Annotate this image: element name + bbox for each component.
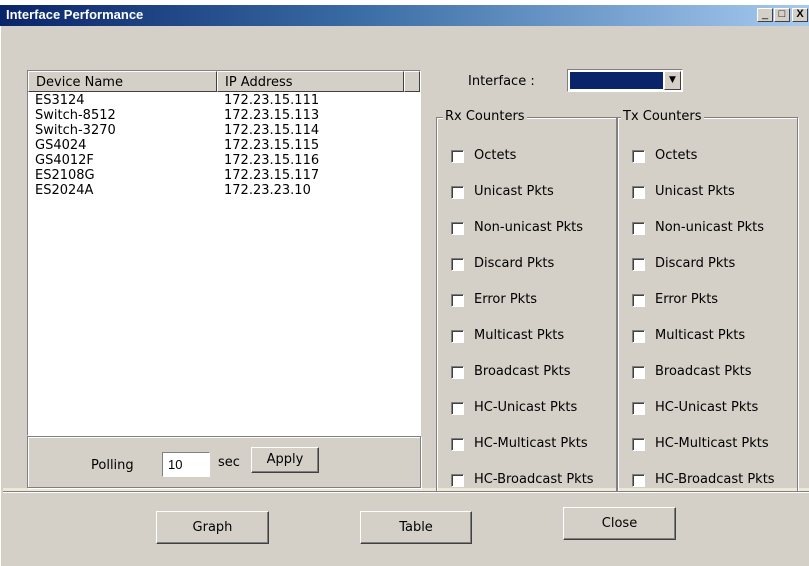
close-window-button[interactable]: X <box>792 8 808 22</box>
table-row[interactable]: Switch-3270 172.23.15.114 <box>28 123 420 138</box>
rx-checkbox-label: Octets <box>474 148 517 163</box>
rx-checkbox-label: HC-Multicast Pkts <box>474 436 588 451</box>
polling-interval-input[interactable] <box>162 452 210 477</box>
tx-checkbox-label: Error Pkts <box>655 292 719 307</box>
device-name-cell: ES2108G <box>35 168 95 183</box>
chevron-down-icon[interactable]: ▼ <box>664 71 681 90</box>
tx-checkbox-hc-unicast-pkts[interactable] <box>632 402 645 415</box>
table-row[interactable]: GS4012F 172.23.15.116 <box>28 153 420 168</box>
tx-checkbox-multicast-pkts[interactable] <box>632 330 645 343</box>
polling-panel: Polling sec Apply <box>27 436 421 488</box>
tx-checkbox-label: Broadcast Pkts <box>655 364 752 379</box>
tx-checkbox-broadcast-pkts[interactable] <box>632 366 645 379</box>
device-name-cell: ES2024A <box>35 183 94 198</box>
rx-checkbox-discard-pkts[interactable] <box>451 258 464 271</box>
table-body: ES3124 172.23.15.111 Switch-8512 172.23.15.… <box>28 93 420 433</box>
tx-checkbox-non-unicast-pkts[interactable] <box>632 222 645 235</box>
device-table[interactable]: Device Name IP Address ES3124 172.23.15.1… <box>27 70 421 436</box>
tx-checkbox-label: Discard Pkts <box>655 256 736 271</box>
device-name-cell: GS4012F <box>35 153 94 168</box>
rx-checkbox-hc-broadcast-pkts[interactable] <box>451 474 464 487</box>
rx-checkbox-non-unicast-pkts[interactable] <box>451 222 464 235</box>
button-bar: Graph Table Close <box>3 493 809 566</box>
window-left-border <box>0 26 3 566</box>
rx-checkbox-label: Discard Pkts <box>474 256 555 271</box>
main-panel: Device Name IP Address ES3124 172.23.15.1… <box>3 26 809 493</box>
title-bar[interactable]: Interface Performance _ □ X <box>0 5 809 26</box>
rx-checkbox-label: Non-unicast Pkts <box>474 220 584 235</box>
polling-label: Polling <box>91 458 134 473</box>
table-row[interactable]: ES2108G 172.23.15.117 <box>28 168 420 183</box>
table-button[interactable]: Table <box>360 511 472 544</box>
ip-address-cell: 172.23.15.113 <box>224 108 320 123</box>
table-row[interactable]: ES2024A 172.23.23.10 <box>28 183 420 198</box>
polling-unit-label: sec <box>218 455 240 470</box>
window-title: Interface Performance <box>6 7 144 22</box>
tx-checkbox-label: Non-unicast Pkts <box>655 220 765 235</box>
tx-checkbox-error-pkts[interactable] <box>632 294 645 307</box>
table-row[interactable]: GS4024 172.23.15.115 <box>28 138 420 153</box>
tx-checkbox-unicast-pkts[interactable] <box>632 186 645 199</box>
rx-checkbox-hc-multicast-pkts[interactable] <box>451 438 464 451</box>
tx-checkbox-octets[interactable] <box>632 150 645 163</box>
tx-checkbox-label: Octets <box>655 148 698 163</box>
rx-checkbox-label: Unicast Pkts <box>474 184 554 199</box>
tx-checkbox-hc-broadcast-pkts[interactable] <box>632 474 645 487</box>
tx-checkbox-label: Unicast Pkts <box>655 184 735 199</box>
device-name-cell: ES3124 <box>35 93 85 108</box>
tx-checkbox-hc-multicast-pkts[interactable] <box>632 438 645 451</box>
ip-address-cell: 172.23.15.117 <box>224 168 320 183</box>
device-name-cell: Switch-8512 <box>35 108 116 123</box>
apply-button[interactable]: Apply <box>251 447 319 473</box>
ip-address-cell: 172.23.15.114 <box>224 123 320 138</box>
rx-checkbox-octets[interactable] <box>451 150 464 163</box>
rx-checkbox-label: Error Pkts <box>474 292 538 307</box>
rx-checkbox-label: HC-Unicast Pkts <box>474 400 578 415</box>
rx-checkbox-label: Multicast Pkts <box>474 328 565 343</box>
close-button[interactable]: Close <box>563 507 676 540</box>
tx-checkbox-label: HC-Broadcast Pkts <box>655 472 775 487</box>
tx-checkbox-label: HC-Multicast Pkts <box>655 436 769 451</box>
maximize-button[interactable]: □ <box>774 8 790 22</box>
tx-checkbox-label: Multicast Pkts <box>655 328 746 343</box>
ip-address-cell: 172.23.15.116 <box>224 153 320 168</box>
minimize-button[interactable]: _ <box>757 8 773 22</box>
column-header-filler <box>404 71 420 92</box>
rx-checkbox-broadcast-pkts[interactable] <box>451 366 464 379</box>
interface-performance-window: Interface Performance _ □ X Device Name … <box>0 5 809 566</box>
device-name-cell: GS4024 <box>35 138 87 153</box>
tx-counters-title: Tx Counters <box>621 109 704 124</box>
rx-counters-group: Octets Unicast Pkts Non-unicast Pkts Discar… <box>436 117 617 493</box>
tx-counters-group: Octets Unicast Pkts Non-unicast Pkts Discar… <box>617 117 798 493</box>
interface-dropdown[interactable]: ▼ <box>567 69 683 92</box>
ip-address-cell: 172.23.15.111 <box>224 93 320 108</box>
tx-checkbox-discard-pkts[interactable] <box>632 258 645 271</box>
tx-checkbox-label: HC-Unicast Pkts <box>655 400 759 415</box>
graph-button[interactable]: Graph <box>156 511 269 544</box>
rx-counters-list: Octets Unicast Pkts Non-unicast Pkts Discar… <box>437 118 618 494</box>
tx-counters-list: Octets Unicast Pkts Non-unicast Pkts Discar… <box>618 118 799 494</box>
device-name-cell: Switch-3270 <box>35 123 116 138</box>
column-header-device-name[interactable]: Device Name <box>28 71 217 92</box>
table-row[interactable]: ES3124 172.23.15.111 <box>28 93 420 108</box>
rx-checkbox-label: HC-Broadcast Pkts <box>474 472 594 487</box>
interface-selected-value <box>570 72 663 89</box>
interface-label: Interface : <box>468 74 535 89</box>
ip-address-cell: 172.23.23.10 <box>224 183 311 198</box>
ip-address-cell: 172.23.15.115 <box>224 138 320 153</box>
table-row[interactable]: Switch-8512 172.23.15.113 <box>28 108 420 123</box>
rx-checkbox-unicast-pkts[interactable] <box>451 186 464 199</box>
rx-checkbox-multicast-pkts[interactable] <box>451 330 464 343</box>
rx-counters-title: Rx Counters <box>443 109 527 124</box>
rx-checkbox-label: Broadcast Pkts <box>474 364 571 379</box>
column-header-ip-address[interactable]: IP Address <box>217 71 404 92</box>
rx-checkbox-hc-unicast-pkts[interactable] <box>451 402 464 415</box>
rx-checkbox-error-pkts[interactable] <box>451 294 464 307</box>
